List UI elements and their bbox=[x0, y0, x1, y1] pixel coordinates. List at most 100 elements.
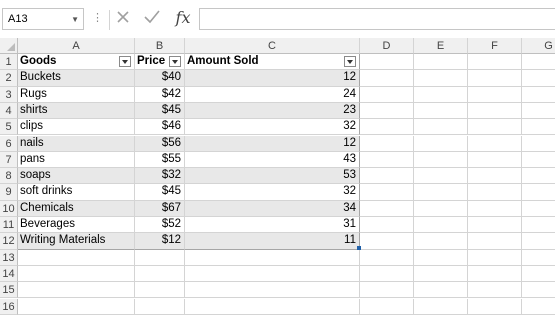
cell[interactable] bbox=[414, 298, 468, 315]
row-header-2[interactable]: 2 bbox=[0, 70, 18, 87]
cell[interactable] bbox=[414, 282, 468, 299]
cell[interactable] bbox=[522, 299, 555, 315]
cell[interactable] bbox=[360, 119, 414, 136]
filter-dropdown-icon[interactable] bbox=[169, 56, 181, 67]
cell[interactable] bbox=[185, 265, 360, 283]
row-header-15[interactable]: 15 bbox=[0, 282, 18, 299]
table-cell-goods[interactable]: shirts bbox=[18, 102, 135, 120]
table-cell-goods[interactable]: pans bbox=[18, 151, 135, 169]
row-header-3[interactable]: 3 bbox=[0, 86, 18, 103]
table-cell-price[interactable]: $56 bbox=[135, 135, 185, 152]
column-header-f[interactable]: F bbox=[468, 38, 522, 54]
table-cell-goods[interactable]: Buckets bbox=[18, 70, 135, 87]
cell[interactable] bbox=[18, 298, 135, 315]
table-cell-amount[interactable]: 32 bbox=[185, 119, 360, 136]
cell[interactable] bbox=[522, 168, 555, 185]
cell[interactable] bbox=[522, 152, 555, 169]
column-header-e[interactable]: E bbox=[414, 38, 468, 54]
chevron-down-icon[interactable]: ▼ bbox=[71, 15, 79, 24]
filter-dropdown-icon[interactable] bbox=[119, 56, 131, 67]
cell[interactable] bbox=[414, 86, 468, 103]
table-resize-handle[interactable] bbox=[357, 245, 361, 250]
table-cell-goods[interactable]: soft drinks bbox=[18, 184, 135, 201]
table-cell-price[interactable]: $55 bbox=[135, 151, 185, 169]
table-cell-price[interactable]: $40 bbox=[135, 70, 185, 87]
drag-handle-icon[interactable]: ⋮ bbox=[92, 11, 103, 24]
table-header-cell[interactable]: Amount Sold bbox=[185, 54, 360, 71]
cell[interactable] bbox=[522, 217, 555, 234]
filter-dropdown-icon[interactable] bbox=[344, 56, 356, 67]
column-header-b[interactable]: B bbox=[135, 38, 185, 54]
cell[interactable] bbox=[360, 168, 414, 185]
row-header-7[interactable]: 7 bbox=[0, 151, 18, 169]
cell[interactable] bbox=[468, 282, 522, 299]
cell[interactable] bbox=[522, 87, 555, 103]
cell[interactable] bbox=[414, 102, 468, 120]
table-cell-goods[interactable]: clips bbox=[18, 119, 135, 136]
cell[interactable] bbox=[468, 233, 522, 250]
cell[interactable] bbox=[522, 282, 555, 299]
cell[interactable] bbox=[414, 54, 468, 71]
table-cell-amount[interactable]: 31 bbox=[185, 217, 360, 234]
cell[interactable] bbox=[135, 282, 185, 299]
table-cell-goods[interactable]: Rugs bbox=[18, 86, 135, 103]
cell[interactable] bbox=[185, 298, 360, 315]
cell[interactable] bbox=[360, 265, 414, 283]
cell[interactable] bbox=[522, 233, 555, 250]
cell[interactable] bbox=[522, 136, 555, 152]
row-header-12[interactable]: 12 bbox=[0, 233, 18, 250]
select-all-button[interactable] bbox=[0, 38, 18, 54]
table-cell-amount[interactable]: 53 bbox=[185, 168, 360, 185]
cell[interactable] bbox=[522, 119, 555, 136]
insert-function-button[interactable]: fx bbox=[173, 8, 193, 28]
cell[interactable] bbox=[18, 249, 135, 266]
cell[interactable] bbox=[522, 184, 555, 201]
cell[interactable] bbox=[18, 265, 135, 283]
cell[interactable] bbox=[360, 102, 414, 120]
cell[interactable] bbox=[414, 184, 468, 201]
cell[interactable] bbox=[360, 54, 414, 71]
cell[interactable] bbox=[360, 184, 414, 201]
table-cell-price[interactable]: $46 bbox=[135, 119, 185, 136]
cell[interactable] bbox=[360, 298, 414, 315]
table-cell-amount[interactable]: 43 bbox=[185, 151, 360, 169]
table-cell-price[interactable]: $45 bbox=[135, 184, 185, 201]
cell[interactable] bbox=[468, 54, 522, 71]
cell[interactable] bbox=[360, 217, 414, 234]
cell[interactable] bbox=[522, 201, 555, 217]
cell[interactable] bbox=[135, 265, 185, 283]
row-header-16[interactable]: 16 bbox=[0, 298, 18, 315]
table-cell-amount[interactable]: 23 bbox=[185, 102, 360, 120]
table-header-cell[interactable]: Goods bbox=[18, 54, 135, 71]
cell[interactable] bbox=[185, 249, 360, 266]
column-header-a[interactable]: A bbox=[18, 38, 135, 54]
column-header-d[interactable]: D bbox=[360, 38, 414, 54]
cell[interactable] bbox=[522, 266, 555, 283]
cell[interactable] bbox=[414, 168, 468, 185]
table-cell-amount[interactable]: 12 bbox=[185, 70, 360, 87]
table-cell-price[interactable]: $42 bbox=[135, 86, 185, 103]
row-header-11[interactable]: 11 bbox=[0, 217, 18, 234]
row-header-5[interactable]: 5 bbox=[0, 119, 18, 136]
cell[interactable] bbox=[360, 200, 414, 217]
cell[interactable] bbox=[468, 70, 522, 87]
cell[interactable] bbox=[414, 233, 468, 250]
cell[interactable] bbox=[522, 70, 555, 87]
cell[interactable] bbox=[414, 249, 468, 266]
cell[interactable] bbox=[185, 282, 360, 299]
row-header-9[interactable]: 9 bbox=[0, 184, 18, 201]
cell[interactable] bbox=[468, 119, 522, 136]
cell[interactable] bbox=[414, 200, 468, 217]
table-cell-amount[interactable]: 11 bbox=[185, 233, 360, 250]
row-header-1[interactable]: 1 bbox=[0, 54, 18, 71]
cell[interactable] bbox=[360, 233, 414, 250]
cell[interactable] bbox=[360, 70, 414, 87]
table-cell-goods[interactable]: Writing Materials bbox=[18, 233, 135, 250]
cell[interactable] bbox=[468, 249, 522, 266]
cell[interactable] bbox=[468, 184, 522, 201]
cell[interactable] bbox=[522, 250, 555, 266]
table-cell-price[interactable]: $12 bbox=[135, 233, 185, 250]
cell[interactable] bbox=[360, 135, 414, 152]
cell[interactable] bbox=[468, 102, 522, 120]
cell[interactable] bbox=[522, 103, 555, 120]
